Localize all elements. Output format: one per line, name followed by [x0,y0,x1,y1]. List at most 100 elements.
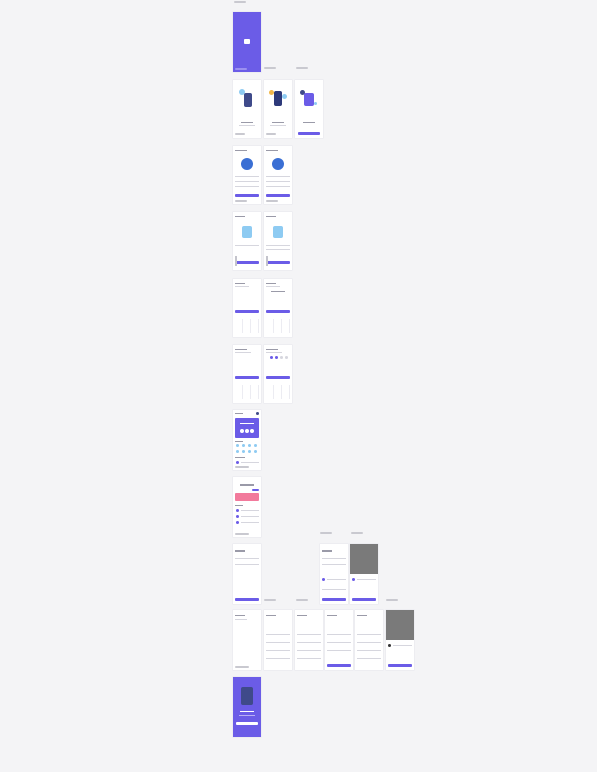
send-screen-2 [320,544,348,604]
option-row[interactable] [297,634,321,635]
screen-subtitle [235,286,249,287]
transaction-icon [236,461,239,464]
service-icon[interactable] [254,450,257,453]
globe-illustration [241,158,253,170]
avatar[interactable] [256,412,259,415]
input-field[interactable] [266,245,290,246]
bottom-nav[interactable] [235,666,249,668]
screen-title [235,349,247,350]
keypad[interactable] [266,385,290,399]
send-icon[interactable] [240,429,244,433]
option-row[interactable] [327,642,351,643]
send-button[interactable] [235,598,259,601]
option-row[interactable] [297,650,321,651]
receive-icon[interactable] [245,429,249,433]
back-home-button[interactable] [236,722,258,725]
input-field[interactable] [235,186,259,187]
service-icon[interactable] [248,450,251,453]
keyboard-strip [235,256,237,266]
option-row[interactable] [357,650,381,651]
history-title [235,505,243,506]
home-screen [233,410,261,470]
confirm-button[interactable] [235,376,259,379]
keypad[interactable] [235,385,259,399]
verify-screen-2 [264,279,292,337]
option-row[interactable] [266,658,290,659]
option-row[interactable] [266,634,290,635]
option-row[interactable] [327,634,351,635]
input-field[interactable] [266,186,290,187]
amount-text [322,550,332,552]
send-button[interactable] [322,598,346,601]
verify-button[interactable] [235,310,259,313]
note-field[interactable] [322,564,346,565]
login-button[interactable] [266,261,290,264]
page-dots [266,133,276,135]
option-row[interactable] [357,642,381,643]
service-icon[interactable] [248,444,251,447]
keypad[interactable] [235,319,259,333]
recipient-field[interactable] [322,558,346,559]
artboard-label [264,67,276,69]
bottom-nav[interactable] [235,466,249,468]
verify-button[interactable] [266,310,290,313]
history-row[interactable] [241,516,259,517]
get-started-button[interactable] [298,132,320,135]
code-input[interactable] [271,291,285,292]
input-field[interactable] [235,176,259,177]
screen-title [357,615,367,616]
input-field[interactable] [266,181,290,182]
option-row[interactable] [357,658,381,659]
input-field[interactable] [235,245,259,246]
payment-card[interactable] [235,493,259,501]
option-row[interactable] [266,642,290,643]
history-icon [236,521,239,524]
pin-dot [280,356,283,359]
bottom-nav[interactable] [235,533,249,535]
service-icon[interactable] [236,450,239,453]
service-icon[interactable] [236,444,239,447]
keypad[interactable] [266,319,290,333]
send-screen-1 [233,544,261,604]
input-field[interactable] [266,176,290,177]
option-row[interactable] [297,658,321,659]
history-icon [236,515,239,518]
option-row[interactable] [327,650,351,651]
topup-icon[interactable] [250,429,254,433]
contact-avatar[interactable] [322,578,325,581]
greeting-text [235,413,243,414]
provider-logo [388,644,391,647]
service-icon[interactable] [254,444,257,447]
services-title [235,441,243,442]
option-row[interactable] [297,642,321,643]
recipient-field[interactable] [235,558,259,559]
topup-screen-4 [325,610,353,670]
signup-screen-1 [233,146,261,204]
history-row[interactable] [241,510,259,511]
history-row[interactable] [241,522,259,523]
screen-title [266,216,276,217]
transaction-row[interactable] [241,462,259,463]
confirm-pay-button[interactable] [388,664,412,667]
option-row[interactable] [266,650,290,651]
confirm-button[interactable] [266,376,290,379]
login-button[interactable] [235,261,259,264]
service-icon[interactable] [242,450,245,453]
onboarding-screen-2 [264,80,292,138]
add-card-button[interactable] [252,489,259,491]
balance-amount [240,423,254,424]
person-illustration [244,93,252,107]
confirm-send-button[interactable] [352,598,376,601]
continue-button[interactable] [235,194,259,197]
onboarding-screen-1 [233,80,261,138]
note-field[interactable] [235,564,259,565]
input-field[interactable] [235,181,259,182]
contact-row[interactable] [327,579,346,580]
option-row[interactable] [357,634,381,635]
onboarding-screen-3 [295,80,323,138]
input-field[interactable] [266,249,290,250]
continue-button[interactable] [266,194,290,197]
service-icon[interactable] [242,444,245,447]
transactions-title [235,457,245,458]
pay-button[interactable] [327,664,351,667]
